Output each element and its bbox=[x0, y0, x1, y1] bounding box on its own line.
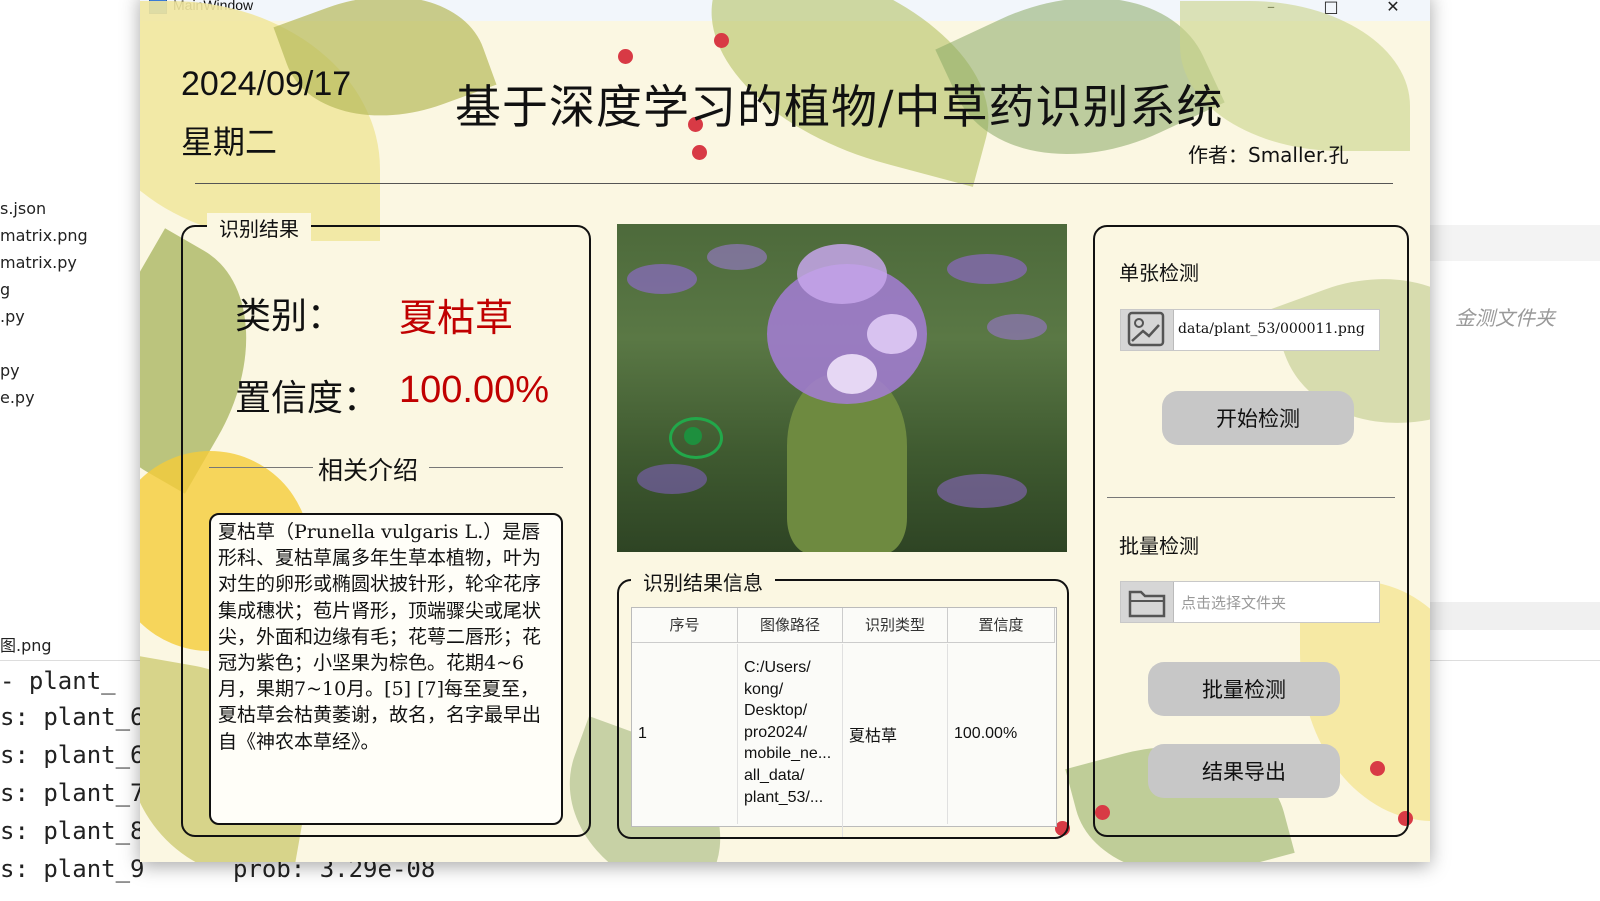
result-info-title: 识别结果信息 bbox=[631, 567, 775, 596]
ide-file-item[interactable]: e.py bbox=[0, 388, 35, 407]
control-divider bbox=[1107, 497, 1395, 498]
result-info-panel: 识别结果信息 序号 图像路径 识别类型 置信度 1 C:/Users/ kong… bbox=[617, 567, 1069, 839]
batch-detect-button[interactable]: 批量检测 bbox=[1148, 662, 1340, 716]
ide-right-pane-band bbox=[1430, 602, 1600, 630]
ide-file-item[interactable]: g bbox=[0, 280, 10, 299]
plant-photo bbox=[617, 224, 1067, 552]
intro-divider-right bbox=[429, 467, 563, 468]
single-detect-label: 单张检测 bbox=[1119, 261, 1199, 285]
intro-textbox[interactable]: 夏枯草（Prunella vulgaris L.）是唇形科、夏枯草属多年生草本植… bbox=[209, 513, 563, 825]
console-line: s: plant_8 bbox=[0, 817, 145, 845]
console-line: - plant_ bbox=[0, 667, 116, 695]
table-header-type[interactable]: 识别类型 bbox=[843, 608, 948, 643]
close-button[interactable]: ✕ bbox=[1370, 0, 1416, 21]
table-header-confidence[interactable]: 置信度 bbox=[948, 608, 1055, 643]
table-cell-type: 夏枯草 bbox=[843, 644, 948, 824]
batch-detect-label: 批量检测 bbox=[1119, 534, 1199, 558]
image-file-icon[interactable] bbox=[1121, 310, 1174, 350]
intro-text: 夏枯草（Prunella vulgaris L.）是唇形科、夏枯草属多年生草本植… bbox=[218, 521, 542, 753]
ide-right-pane-band bbox=[1430, 225, 1600, 261]
ide-file-item[interactable]: matrix.png bbox=[0, 226, 88, 245]
folder-icon[interactable] bbox=[1121, 582, 1174, 622]
ide-file-item[interactable]: py bbox=[0, 361, 20, 380]
ide-right-pane-text: 金测文件夹 bbox=[1455, 306, 1555, 330]
table-cell-path: C:/Users/ kong/ Desktop/ pro2024/ mobile… bbox=[738, 644, 843, 837]
table-cell-index: 1 bbox=[632, 644, 738, 824]
confidence-value: 100.00% bbox=[399, 369, 550, 411]
table-header-index[interactable]: 序号 bbox=[632, 608, 738, 643]
header-divider bbox=[195, 183, 1393, 184]
author-label: 作者：Smaller.孔 bbox=[1188, 143, 1349, 167]
export-results-button[interactable]: 结果导出 bbox=[1148, 744, 1340, 798]
ide-file-item[interactable]: 图.png bbox=[0, 632, 52, 656]
ide-file-item[interactable]: s.json bbox=[0, 199, 46, 218]
result-panel: 识别结果 类别： 夏枯草 置信度： 100.00% 相关介绍 夏枯草（Prune… bbox=[181, 213, 591, 837]
start-detect-button[interactable]: 开始检测 bbox=[1162, 391, 1354, 445]
confidence-label: 置信度： bbox=[235, 378, 380, 419]
main-window: MainWindow – □ ✕ bbox=[140, 0, 1430, 862]
console-line: s: plant_6 bbox=[0, 741, 145, 769]
ide-file-item[interactable]: matrix.py bbox=[0, 253, 77, 272]
console-line: s: plant_6 bbox=[0, 703, 145, 731]
plant-image bbox=[617, 224, 1067, 552]
result-table[interactable]: 序号 图像路径 识别类型 置信度 1 C:/Users/ kong/ Deskt… bbox=[631, 607, 1057, 837]
control-panel: 单张检测 data/plant_53/000011.png 开始检测 批量检测 bbox=[1093, 225, 1409, 837]
console-line: s: plant_9 bbox=[0, 855, 145, 883]
result-panel-title: 识别结果 bbox=[207, 213, 311, 242]
class-label: 类别： bbox=[235, 296, 344, 337]
ide-file-item[interactable]: .py bbox=[0, 307, 25, 326]
single-file-field[interactable]: data/plant_53/000011.png bbox=[1120, 309, 1380, 351]
window-content: 2024/09/17 星期二 基于深度学习的植物/中草药识别系统 作者：Smal… bbox=[140, 0, 1430, 862]
date-display: 2024/09/17 bbox=[181, 65, 352, 103]
intro-divider-left bbox=[209, 467, 313, 468]
intro-heading: 相关介绍 bbox=[318, 456, 419, 485]
single-file-path: data/plant_53/000011.png bbox=[1178, 321, 1365, 337]
weekday-display: 星期二 bbox=[181, 123, 278, 161]
detection-marker-icon bbox=[669, 417, 723, 459]
table-cell-confidence: 100.00% bbox=[954, 725, 1018, 742]
table-header-path[interactable]: 图像路径 bbox=[738, 608, 843, 643]
batch-folder-placeholder: 点击选择文件夹 bbox=[1181, 594, 1287, 612]
console-line: s: plant_7 bbox=[0, 779, 145, 807]
batch-folder-field[interactable]: 点击选择文件夹 bbox=[1120, 581, 1380, 623]
class-value: 夏枯草 bbox=[399, 296, 514, 340]
page-title: 基于深度学习的植物/中草药识别系统 bbox=[455, 80, 1224, 134]
